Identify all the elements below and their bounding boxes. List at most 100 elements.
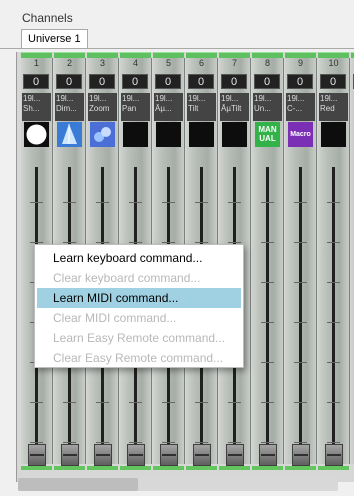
channel-info: 19l... C-... — [286, 93, 315, 121]
channel-bottom-bar — [54, 466, 85, 470]
fixture-name: 19l... — [320, 94, 338, 103]
fixture-name: 19l... — [188, 94, 206, 103]
fader-tick — [228, 402, 241, 403]
fixture-name: 19l... — [254, 94, 272, 103]
channel-bottom-bar — [120, 466, 151, 470]
fixture-name: 19l... — [221, 94, 239, 103]
menu-item-learn-keyboard[interactable]: Learn keyboard command... — [37, 248, 241, 268]
fader-tick — [129, 202, 142, 203]
fixture-name: 19l... — [56, 94, 74, 103]
menu-item-learn-easy-remote[interactable]: Learn Easy Remote command... — [37, 328, 241, 348]
channel-value[interactable]: 0 — [287, 74, 313, 89]
channel-function: Dim... — [56, 104, 77, 113]
fixture-name: 19l... — [23, 94, 41, 103]
fader-knob[interactable] — [160, 444, 178, 466]
empty-icon — [189, 122, 214, 147]
fader-tick — [129, 442, 142, 443]
channel-value[interactable]: 0 — [254, 74, 280, 89]
channel-value[interactable]: 0 — [56, 74, 82, 89]
fixture-name: 19l... — [89, 94, 107, 103]
channel-value[interactable]: 0 — [188, 74, 214, 89]
fader-track[interactable] — [332, 167, 335, 467]
menu-item-learn-midi[interactable]: Learn MIDI command... — [37, 288, 241, 308]
fader-tick — [63, 242, 76, 243]
fader-knob[interactable] — [28, 444, 46, 466]
fader-tick — [30, 242, 43, 243]
channel-value[interactable]: 0 — [221, 74, 247, 89]
channel-number: 5 — [165, 58, 171, 68]
fader-tick — [96, 242, 109, 243]
fader-tick — [294, 282, 307, 283]
manual-icon-label: MAN UAL — [258, 125, 277, 143]
channel-info: 19l... Pan — [121, 93, 150, 121]
channel-number: 9 — [297, 58, 303, 68]
menu-item-clear-easy-remote[interactable]: Clear Easy Remote command... — [37, 348, 241, 368]
channel-number: 8 — [264, 58, 270, 68]
channel-value[interactable]: 0 — [23, 74, 49, 89]
fader-tick — [30, 202, 43, 203]
fader-track[interactable] — [299, 167, 302, 467]
fader-knob[interactable] — [292, 444, 310, 466]
channel-info: 19l... Red — [319, 93, 348, 121]
fader-tick — [327, 242, 340, 243]
fader-knob[interactable] — [325, 444, 343, 466]
menu-item-clear-keyboard[interactable]: Clear keyboard command... — [37, 268, 241, 288]
fader-knob[interactable] — [61, 444, 79, 466]
fader-tick — [327, 322, 340, 323]
channel-bottom-bar — [219, 466, 250, 470]
fader-tick — [228, 202, 241, 203]
fader-tick — [30, 442, 43, 443]
channel-function: Un... — [254, 104, 271, 113]
empty-icon — [123, 122, 148, 147]
fader-tick — [195, 402, 208, 403]
fader-knob[interactable] — [259, 444, 277, 466]
channel-info: 19l... Un... — [253, 93, 282, 121]
fader-tick — [327, 362, 340, 363]
fader-tick — [195, 202, 208, 203]
fader-tick — [228, 242, 241, 243]
channel-value[interactable]: 0 — [89, 74, 115, 89]
fader-tick — [30, 402, 43, 403]
fader-tick — [327, 442, 340, 443]
fixture-name: 19l... — [155, 94, 173, 103]
fader-tick — [261, 442, 274, 443]
channel-info: 19l... Zoom — [88, 93, 117, 121]
channel-function: Âµ... — [155, 104, 172, 113]
channel-function: Pan — [122, 104, 137, 113]
channel-number: 4 — [132, 58, 138, 68]
channel-value[interactable]: 0 — [155, 74, 181, 89]
fader-tick — [96, 402, 109, 403]
empty-icon — [321, 122, 346, 147]
fader-tick — [261, 242, 274, 243]
channel-info: 19l... Âµ... — [154, 93, 183, 121]
macro-icon-label: Macro — [290, 131, 311, 138]
fader-track[interactable] — [266, 167, 269, 467]
fader-knob[interactable] — [127, 444, 145, 466]
fader-knob[interactable] — [226, 444, 244, 466]
channel-bottom-bar — [186, 466, 217, 470]
channel-strip: 8 0 19l... Un... MAN UAL — [252, 52, 285, 472]
context-menu: Learn keyboard command... Clear keyboard… — [34, 244, 244, 368]
channel-number: 1 — [33, 58, 39, 68]
channel-function: Red — [320, 104, 335, 113]
fader-tick — [162, 442, 175, 443]
panel-title: Channels — [22, 11, 73, 25]
channel-value[interactable]: 0 — [122, 74, 148, 89]
channel-value[interactable]: 0 — [320, 74, 346, 89]
channel-number: 2 — [66, 58, 72, 68]
menu-item-clear-midi[interactable]: Clear MIDI command... — [37, 308, 241, 328]
fader-knob[interactable] — [94, 444, 112, 466]
fader-tick — [294, 322, 307, 323]
channel-bottom-bar — [318, 466, 349, 470]
channel-bottom-bar — [153, 466, 184, 470]
fader-tick — [327, 202, 340, 203]
scrollbar-thumb[interactable] — [18, 478, 138, 491]
fader-tick — [261, 282, 274, 283]
fader-tick — [261, 362, 274, 363]
tab-universe-1[interactable]: Universe 1 — [21, 29, 88, 49]
fader-tick — [294, 202, 307, 203]
fader-knob[interactable] — [193, 444, 211, 466]
fader-tick — [327, 282, 340, 283]
tab-divider — [0, 48, 354, 49]
channel-function: Sh... — [23, 104, 40, 113]
